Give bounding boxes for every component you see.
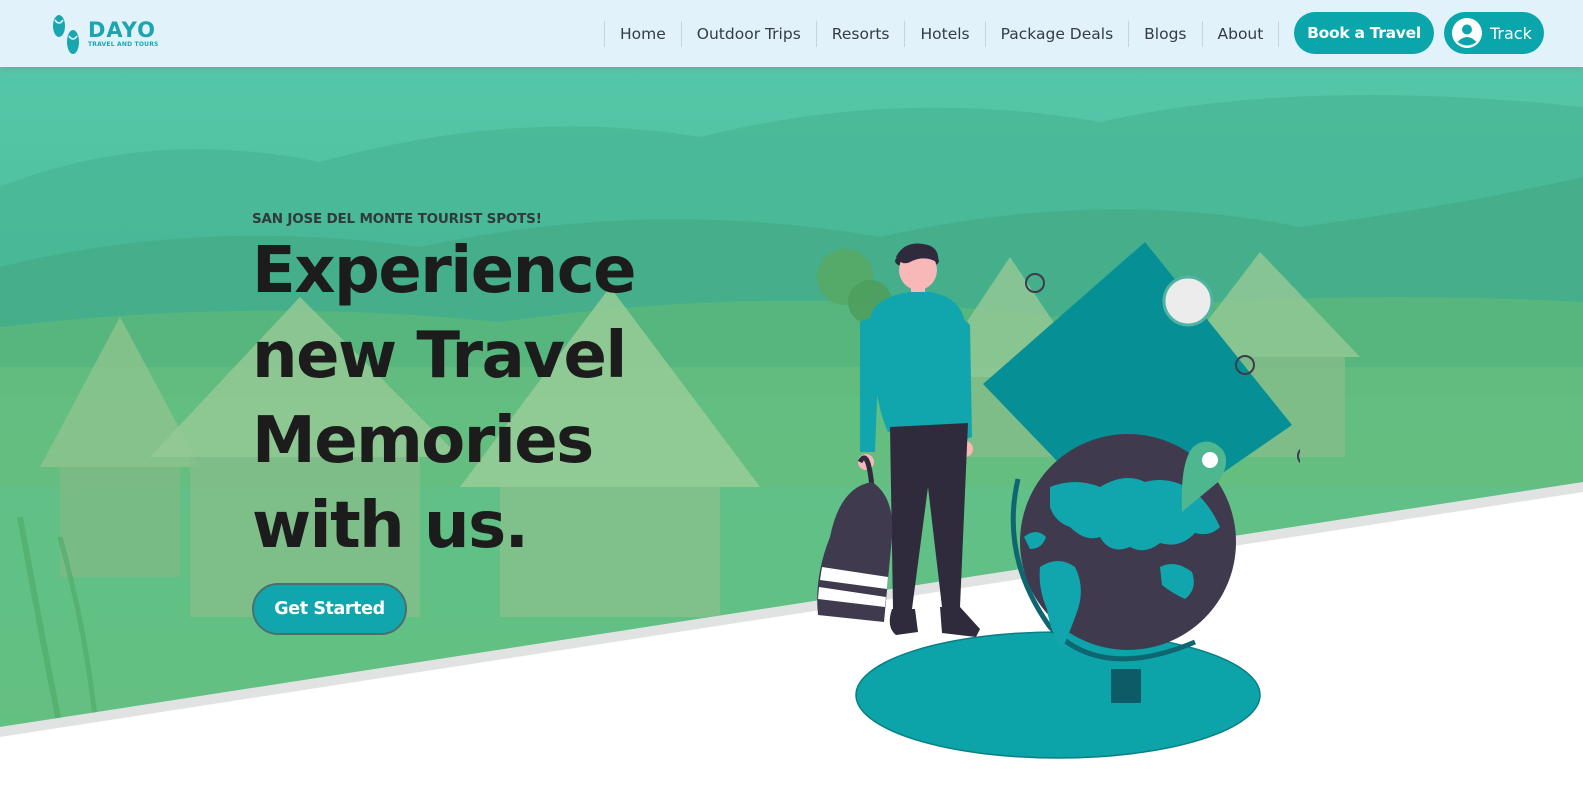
nav-item-outdoor-trips[interactable]: Outdoor Trips <box>682 25 816 43</box>
traveler-with-globe-illustration <box>817 242 1300 759</box>
site-header: DAYO TRAVEL AND TOURS Home Outdoor Trips… <box>0 0 1583 67</box>
headline-line: with us. <box>252 489 529 563</box>
track-button[interactable]: Track <box>1444 12 1544 54</box>
book-travel-button[interactable]: Book a Travel <box>1294 12 1434 54</box>
nav-item-about[interactable]: About <box>1203 25 1279 43</box>
brand-tagline: TRAVEL AND TOURS <box>88 41 159 48</box>
hero-headline: Experience new Travel Memories with us. <box>252 229 637 569</box>
headline-line: Memories <box>252 404 594 478</box>
nav-item-resorts[interactable]: Resorts <box>817 25 905 43</box>
user-circle-icon <box>1452 18 1482 48</box>
track-label: Track <box>1490 23 1532 43</box>
brand-name: DAYO <box>88 18 156 42</box>
nav-item-home[interactable]: Home <box>605 25 681 43</box>
main-nav: Home Outdoor Trips Resorts Hotels Packag… <box>604 0 1280 67</box>
flip-flops-icon <box>53 15 79 54</box>
nav-divider <box>1278 20 1280 47</box>
hero-section: SAN JOSE DEL MONTE TOURIST SPOTS! Experi… <box>0 67 1583 789</box>
hero-text-block: SAN JOSE DEL MONTE TOURIST SPOTS! Experi… <box>252 211 637 569</box>
get-started-button[interactable]: Get Started <box>252 583 407 635</box>
nav-item-blogs[interactable]: Blogs <box>1129 25 1201 43</box>
hero-eyebrow: SAN JOSE DEL MONTE TOURIST SPOTS! <box>252 211 542 227</box>
nav-item-hotels[interactable]: Hotels <box>905 25 984 43</box>
brand-logo[interactable]: DAYO TRAVEL AND TOURS <box>48 12 159 56</box>
nav-item-package-deals[interactable]: Package Deals <box>986 25 1129 43</box>
headline-line: Experience <box>252 234 637 308</box>
hero-background <box>0 67 1583 737</box>
headline-line: new Travel <box>252 319 627 393</box>
brand-text: DAYO TRAVEL AND TOURS <box>88 20 159 48</box>
